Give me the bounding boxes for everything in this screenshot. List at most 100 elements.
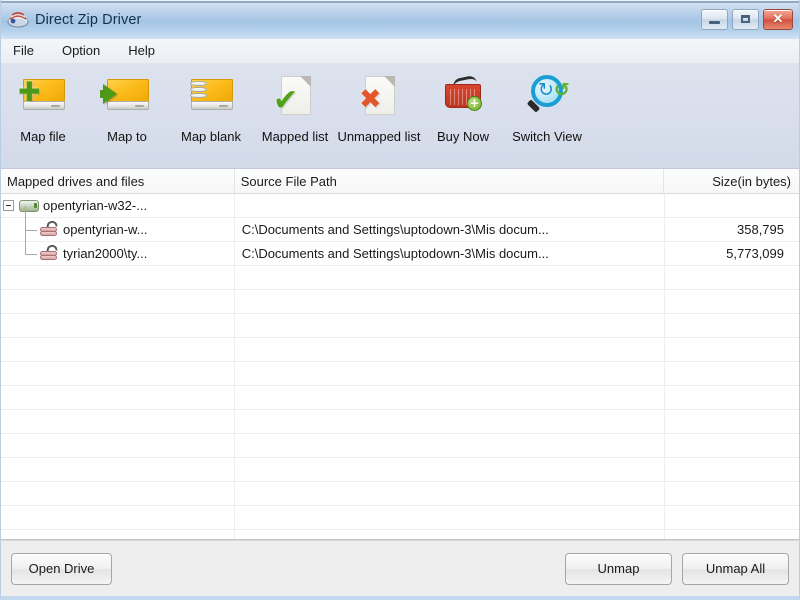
tree-connector <box>25 254 37 255</box>
footer-bar: Open Drive Unmap Unmap All <box>1 540 799 596</box>
cell-size: 358,795 <box>737 222 784 237</box>
table-row-empty[interactable] <box>1 434 799 458</box>
table-row-empty[interactable] <box>1 266 799 290</box>
toolbar-label-map-file: Map file <box>20 129 66 144</box>
cell-name <box>1 482 234 505</box>
grid-body: opentyrian-w32-... opentyrian-w... C:\Do… <box>1 194 799 539</box>
toolbar-button-buy-now[interactable]: + Buy Now <box>421 70 505 144</box>
cell-path <box>234 266 663 289</box>
cell-size <box>663 482 799 505</box>
cell-path <box>234 290 663 313</box>
tree-collapse-toggle[interactable] <box>3 200 14 211</box>
cell-name <box>1 362 234 385</box>
cell-name <box>1 266 234 289</box>
menu-item-file[interactable]: File <box>9 41 44 61</box>
cell-size <box>663 314 799 337</box>
toolbar-button-switch-view[interactable]: ↻↺ Switch View <box>505 70 589 144</box>
cell-size <box>663 338 799 361</box>
cell-name <box>1 386 234 409</box>
table-row-empty[interactable] <box>1 290 799 314</box>
table-row-empty[interactable] <box>1 506 799 530</box>
menu-bar: File Option Help <box>1 39 799 64</box>
cell-size <box>663 458 799 481</box>
minimize-icon <box>709 21 720 24</box>
toolbar-label-switch-view: Switch View <box>512 129 582 144</box>
tree-connector <box>25 206 26 230</box>
table-row-empty[interactable] <box>1 410 799 434</box>
table-row[interactable]: opentyrian-w... C:\Documents and Setting… <box>1 206 799 242</box>
application-window: Direct Zip Driver ✕ File Option Help ✚ M… <box>0 0 800 600</box>
table-row-empty[interactable] <box>1 458 799 482</box>
minimize-button[interactable] <box>701 9 728 30</box>
toolbar-label-map-blank: Map blank <box>181 129 241 144</box>
maximize-icon <box>741 15 750 23</box>
file-grid: Mapped drives and files Source File Path… <box>1 169 799 540</box>
unmap-all-button[interactable]: Unmap All <box>682 552 789 585</box>
table-row-empty[interactable] <box>1 338 799 362</box>
cell-path <box>234 458 663 481</box>
table-row-empty[interactable] <box>1 530 799 539</box>
title-bar: Direct Zip Driver ✕ <box>1 0 799 39</box>
cell-path <box>234 362 663 385</box>
table-row-empty[interactable] <box>1 362 799 386</box>
cell-path <box>234 338 663 361</box>
column-header-path[interactable]: Source File Path <box>233 169 663 193</box>
cell-size <box>663 530 799 539</box>
unmap-button[interactable]: Unmap <box>565 552 672 585</box>
cell-path <box>234 530 663 539</box>
cell-path <box>234 410 663 433</box>
window-controls: ✕ <box>701 9 793 30</box>
cell-path <box>234 434 663 457</box>
toolbar-label-map-to: Map to <box>107 129 147 144</box>
cell-path: C:\Documents and Settings\uptodown-3\Mis… <box>241 222 549 237</box>
cell-size <box>663 194 799 217</box>
zip-file-icon <box>38 243 60 262</box>
table-row[interactable]: opentyrian-w32-... <box>1 194 799 218</box>
drive-add-icon: ✚ <box>17 70 69 122</box>
close-button[interactable]: ✕ <box>763 9 793 30</box>
tree-connector <box>25 230 26 254</box>
document-check-icon: ✔ <box>269 70 321 122</box>
cell-size <box>663 362 799 385</box>
cell-path <box>234 506 663 529</box>
cell-name: tyrian2000\ty... <box>1 230 234 265</box>
row-label: tyrian2000\ty... <box>63 246 148 261</box>
toolbar-button-unmapped-list[interactable]: ✖ Unmapped list <box>337 70 421 144</box>
toolbar-button-map-blank[interactable]: Map blank <box>169 70 253 144</box>
cell-size <box>663 386 799 409</box>
table-row-empty[interactable] <box>1 314 799 338</box>
table-row-empty[interactable] <box>1 482 799 506</box>
toolbar-button-mapped-list[interactable]: ✔ Mapped list <box>253 70 337 144</box>
toolbar-label-unmapped-list: Unmapped list <box>337 129 421 144</box>
cell-name <box>1 290 234 313</box>
table-row-empty[interactable] <box>1 386 799 410</box>
cell-name <box>1 458 234 481</box>
table-row[interactable]: tyrian2000\ty... C:\Documents and Settin… <box>1 230 799 266</box>
drive-arrow-icon <box>100 70 153 122</box>
column-header-name[interactable]: Mapped drives and files <box>1 169 234 193</box>
close-icon: ✕ <box>772 11 784 26</box>
menu-item-help[interactable]: Help <box>124 41 165 61</box>
tree-connector <box>25 230 37 231</box>
cell-path <box>234 386 663 409</box>
drive-blank-icon <box>185 70 237 122</box>
cell-name <box>1 434 234 457</box>
cell-name <box>1 314 234 337</box>
cell-name <box>1 338 234 361</box>
app-icon <box>7 10 29 30</box>
cell-name <box>1 506 234 529</box>
cell-path <box>234 194 663 217</box>
cell-size <box>663 290 799 313</box>
cell-name <box>1 410 234 433</box>
column-header-size[interactable]: Size(in bytes) <box>663 169 799 193</box>
magnifier-refresh-icon: ↻↺ <box>521 70 573 122</box>
toolbar-label-mapped-list: Mapped list <box>261 129 329 144</box>
open-drive-button[interactable]: Open Drive <box>11 552 112 585</box>
cell-size <box>663 506 799 529</box>
toolbar-button-map-file[interactable]: ✚ Map file <box>1 70 85 144</box>
toolbar-button-map-to[interactable]: Map to <box>85 70 169 144</box>
cell-name <box>1 530 234 539</box>
maximize-button[interactable] <box>732 9 759 30</box>
menu-item-option[interactable]: Option <box>58 41 110 61</box>
document-x-icon: ✖ <box>353 70 405 122</box>
